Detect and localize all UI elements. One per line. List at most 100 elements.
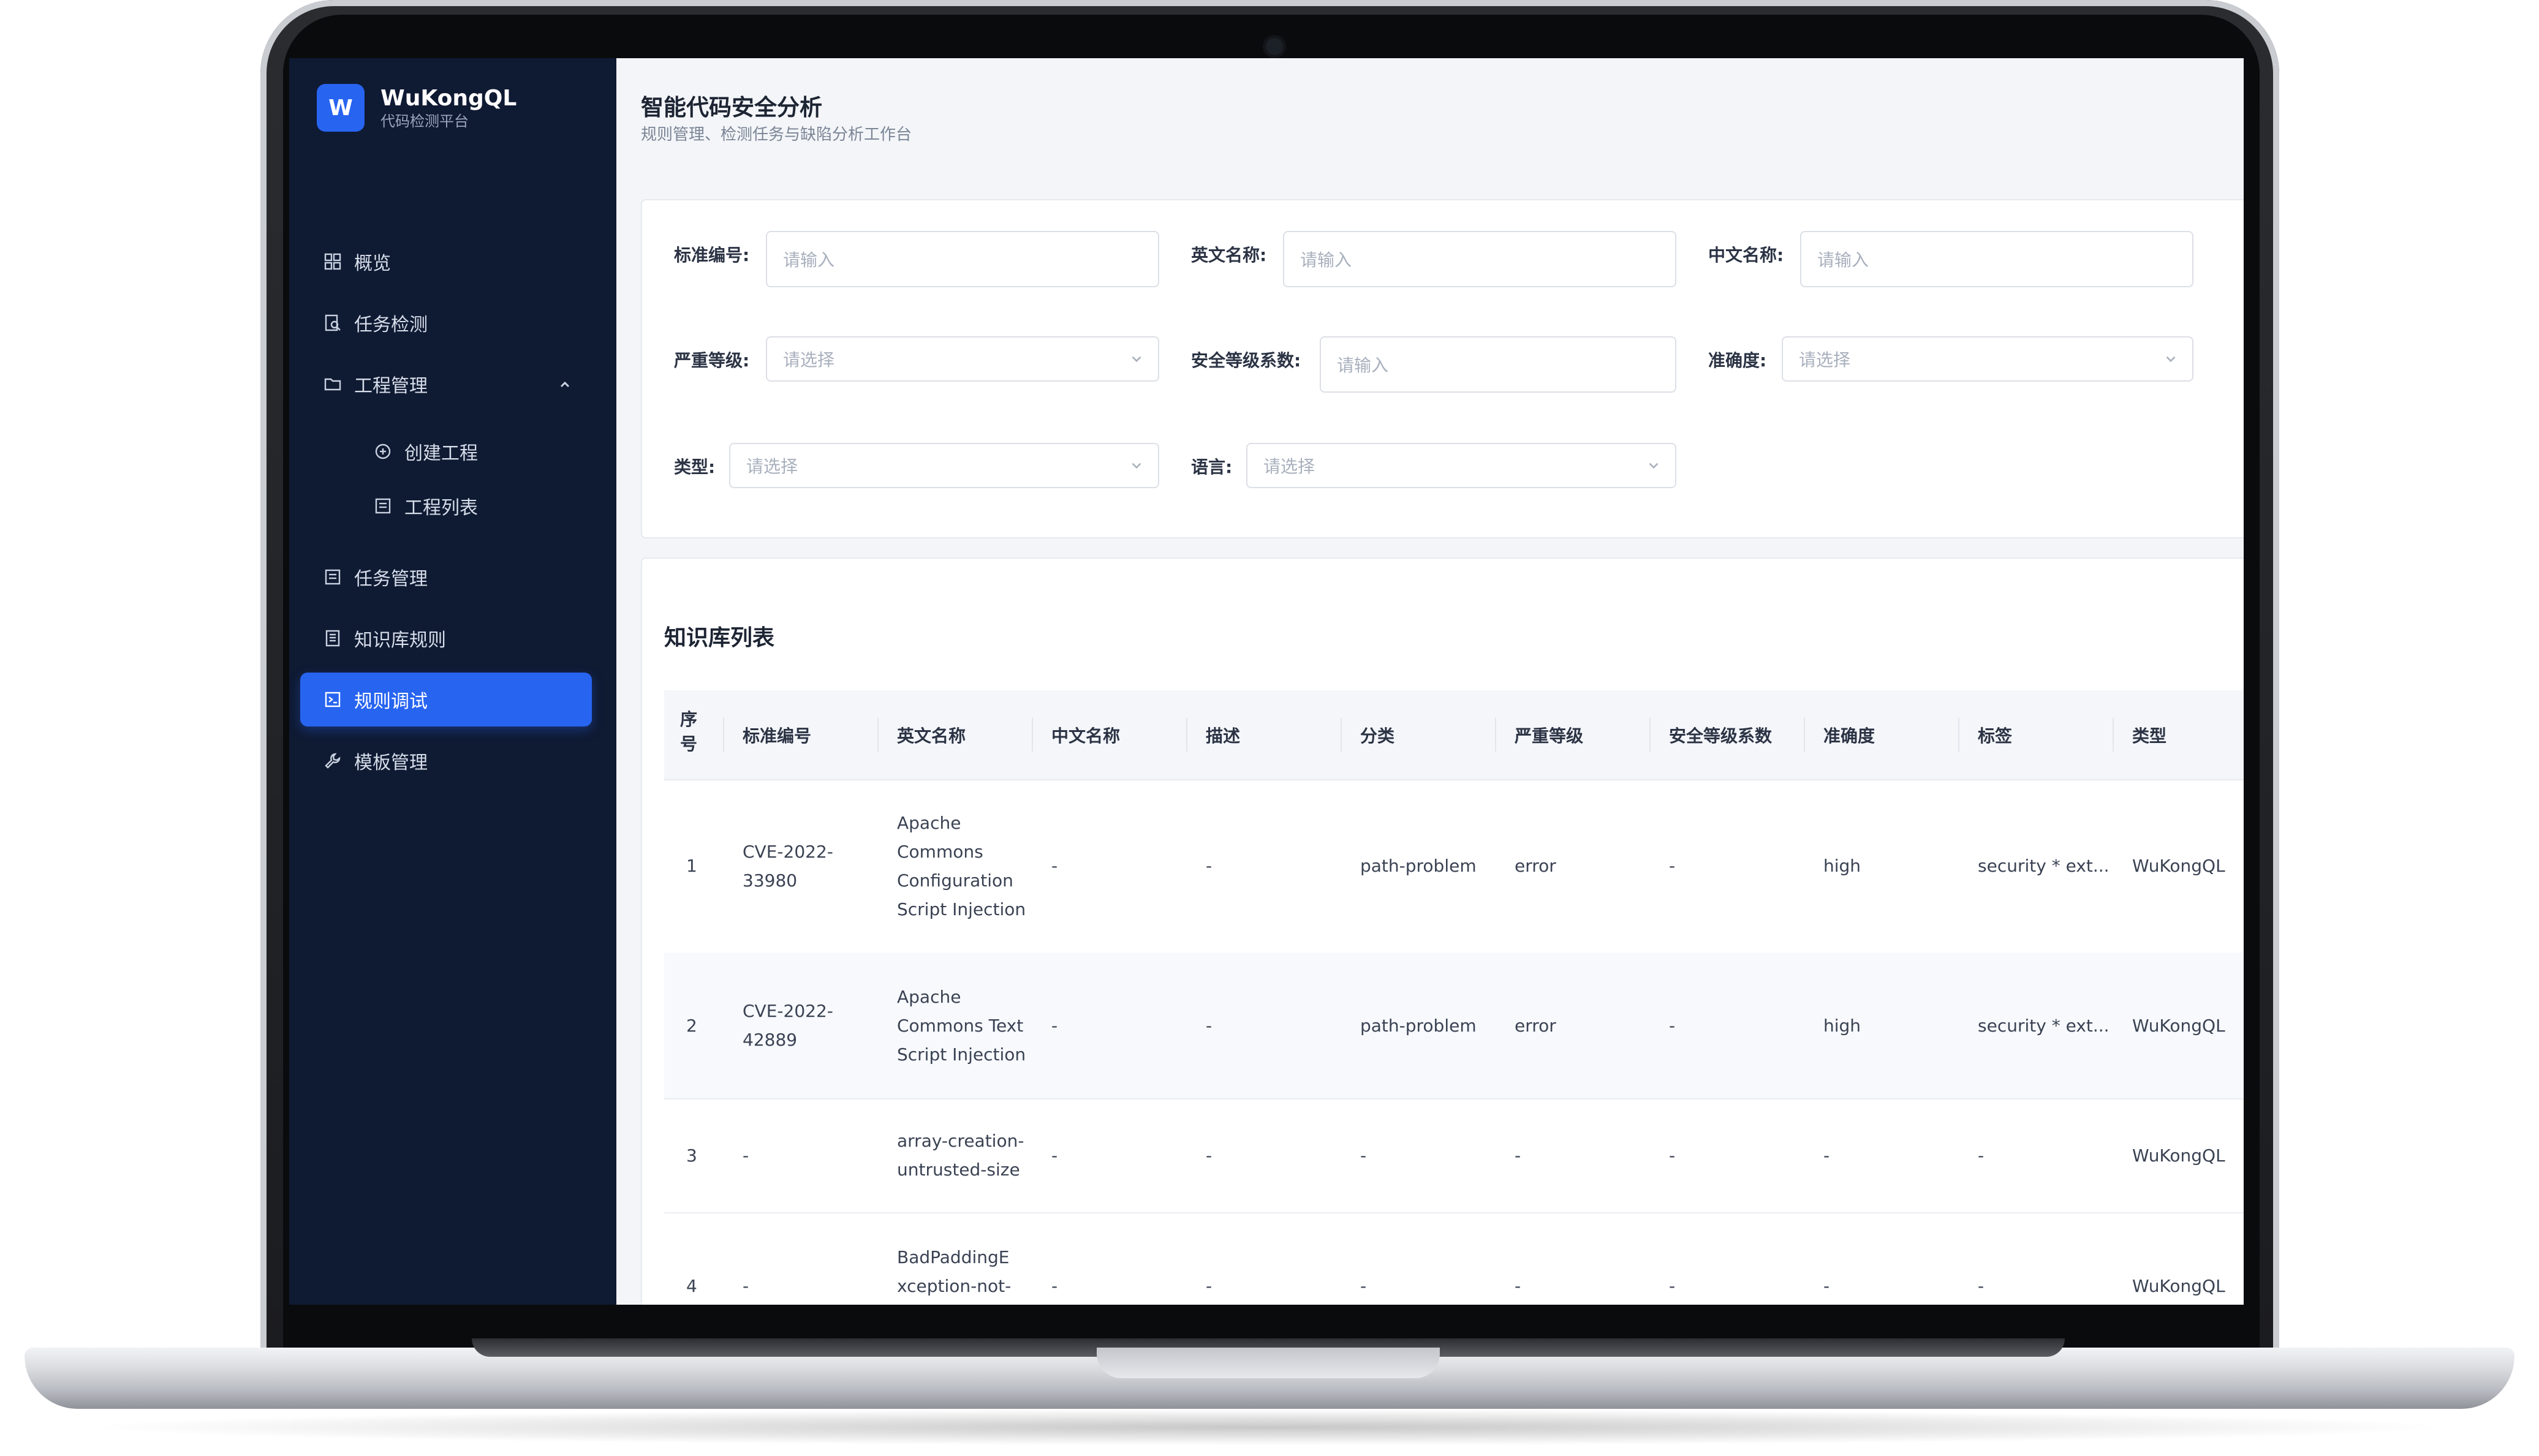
table-header: 序号 标准编号 英文名称 中文名称 描述 分类 严重等级 安全等级系数 准确度 …: [664, 690, 2244, 780]
table-row[interactable]: 1 CVE-2022-33980 Apache Commons Configur…: [664, 779, 2244, 954]
knowledge-list-title: 知识库列表: [664, 625, 775, 651]
column-header-english-name[interactable]: 英文名称: [897, 690, 1032, 779]
column-header-standard-id[interactable]: 标准编号: [743, 690, 877, 779]
type-label: 类型:: [674, 457, 716, 477]
cell-standard-id: -: [743, 1275, 749, 1296]
table-row[interactable]: 4 - BadPaddingException-not-properly- - …: [664, 1212, 2244, 1305]
column-header-security-factor[interactable]: 安全等级系数: [1669, 690, 1804, 779]
type-select-value: 请选择: [746, 456, 798, 477]
cell-tags: security * ext...: [1978, 856, 2110, 876]
chevron-down-icon: [1129, 458, 1145, 478]
sidebar: W WuKongQL 代码检测平台 概览 任务检测 工程管理 创建工程 工程列表…: [289, 58, 616, 1305]
precision-select-value: 请选择: [1799, 350, 1851, 370]
folder-icon: [324, 375, 342, 393]
cell-type: WuKongQL: [2132, 1015, 2225, 1036]
filter-panel: 标准编号: 请输入 英文名称: 请输入 中文名称: 请输入 严重等级: 请选择 …: [641, 199, 2244, 538]
book-icon: [324, 629, 342, 647]
precision-label: 准确度:: [1708, 350, 1767, 371]
cell-index: 4: [686, 1275, 697, 1296]
column-header-type[interactable]: 类型: [2132, 690, 2244, 779]
cell-standard-id: CVE-2022-42889: [743, 1001, 833, 1050]
column-header-index[interactable]: 序号: [680, 690, 705, 779]
cell-severity: error: [1515, 856, 1556, 876]
cell-index: 2: [686, 1015, 697, 1036]
list-icon: [374, 497, 392, 515]
language-select-value: 请选择: [1263, 456, 1315, 477]
sidebar-item-label: 规则调试: [354, 691, 428, 712]
cell-precision: -: [1823, 1275, 1830, 1296]
sidebar-item-label: 概览: [354, 253, 391, 274]
page-subtitle: 规则管理、检测任务与缺陷分析工作台: [641, 126, 912, 144]
english-name-input[interactable]: 请输入: [1283, 231, 1676, 287]
cell-tags: -: [1978, 1145, 1985, 1166]
table-row[interactable]: 3 - array-creation-untrusted-size - - - …: [664, 1098, 2244, 1213]
sidebar-item-template-management[interactable]: 模板管理: [300, 734, 592, 788]
cell-severity: error: [1515, 1015, 1556, 1036]
cell-category: -: [1360, 1275, 1367, 1296]
cell-security-factor: -: [1669, 1275, 1676, 1296]
column-header-precision[interactable]: 准确度: [1823, 690, 1958, 779]
app-name: WuKongQL: [380, 86, 517, 111]
terminal-icon: [324, 690, 342, 709]
chinese-name-input[interactable]: 请输入: [1800, 231, 2193, 287]
cell-index: 3: [686, 1145, 697, 1166]
chinese-name-label: 中文名称:: [1708, 245, 1784, 265]
column-header-category[interactable]: 分类: [1360, 690, 1495, 779]
wrench-icon: [324, 752, 342, 770]
cell-severity: -: [1515, 1275, 1521, 1296]
sidebar-item-project-management[interactable]: 工程管理: [300, 357, 592, 411]
cell-english-name: Apache Commons Text Script Injection: [897, 986, 1026, 1065]
sidebar-item-overview[interactable]: 概览: [300, 235, 592, 289]
cell-english-name: array-creation-untrusted-size: [897, 1131, 1024, 1180]
app-logo: W: [317, 84, 365, 132]
sidebar-item-task-detection[interactable]: 任务检测: [300, 296, 592, 350]
cell-security-factor: -: [1669, 856, 1676, 876]
cell-description: -: [1206, 1015, 1213, 1036]
sidebar-item-label: 工程管理: [354, 375, 428, 397]
cell-description: -: [1206, 1145, 1213, 1166]
cell-precision: -: [1823, 1145, 1830, 1166]
cell-standard-id: -: [743, 1145, 749, 1166]
screen: W WuKongQL 代码检测平台 概览 任务检测 工程管理 创建工程 工程列表…: [289, 58, 2244, 1305]
cell-english-name: BadPaddingException-not-properly-: [897, 1247, 1012, 1305]
sidebar-item-rule-debug[interactable]: 规则调试: [300, 673, 592, 726]
list-icon: [324, 568, 342, 586]
sidebar-item-label: 任务管理: [354, 568, 428, 590]
column-header-description[interactable]: 描述: [1206, 690, 1341, 779]
security-factor-label: 安全等级系数:: [1191, 350, 1301, 371]
security-factor-input[interactable]: 请输入: [1320, 336, 1676, 393]
cell-security-factor: -: [1669, 1015, 1676, 1036]
brand[interactable]: W WuKongQL 代码检测平台: [317, 84, 517, 132]
cell-tags: security * ext...: [1978, 1015, 2110, 1036]
chevron-up-icon[interactable]: [558, 375, 572, 397]
page-title: 智能代码安全分析: [641, 94, 822, 121]
sidebar-item-project-list[interactable]: 工程列表: [300, 479, 592, 533]
column-header-tags[interactable]: 标签: [1978, 690, 2113, 779]
sidebar-item-label: 创建工程: [404, 443, 478, 464]
cell-index: 1: [686, 856, 697, 876]
cell-category: -: [1360, 1145, 1367, 1166]
table-row[interactable]: 2 CVE-2022-42889 Apache Commons Text Scr…: [664, 952, 2244, 1100]
knowledge-list-panel: 知识库列表 序号 标准编号 英文名称 中文名称 描述 分类 严重等级 安全等级系…: [641, 557, 2244, 1305]
type-select[interactable]: 请选择: [729, 443, 1159, 488]
sidebar-item-label: 工程列表: [404, 497, 478, 519]
language-label: 语言:: [1191, 457, 1233, 477]
grid-icon: [324, 252, 342, 271]
sidebar-item-create-project[interactable]: 创建工程: [300, 424, 592, 478]
column-header-chinese-name[interactable]: 中文名称: [1051, 690, 1186, 779]
language-select[interactable]: 请选择: [1246, 443, 1676, 488]
cell-category: path-problem: [1360, 1015, 1477, 1036]
column-header-severity[interactable]: 严重等级: [1515, 690, 1649, 779]
precision-select[interactable]: 请选择: [1782, 336, 2193, 382]
severity-select[interactable]: 请选择: [766, 336, 1159, 382]
cell-chinese-name: -: [1051, 856, 1058, 876]
cell-precision: high: [1823, 1015, 1861, 1036]
standard-id-label: 标准编号:: [674, 245, 750, 265]
sidebar-item-task-management[interactable]: 任务管理: [300, 550, 592, 604]
sidebar-item-label: 模板管理: [354, 752, 428, 774]
standard-id-input[interactable]: 请输入: [766, 231, 1159, 287]
sidebar-item-knowledge-rules[interactable]: 知识库规则: [300, 611, 592, 665]
chevron-down-icon: [1646, 458, 1662, 478]
cell-type: WuKongQL: [2132, 856, 2225, 876]
chevron-down-icon: [2163, 351, 2179, 371]
